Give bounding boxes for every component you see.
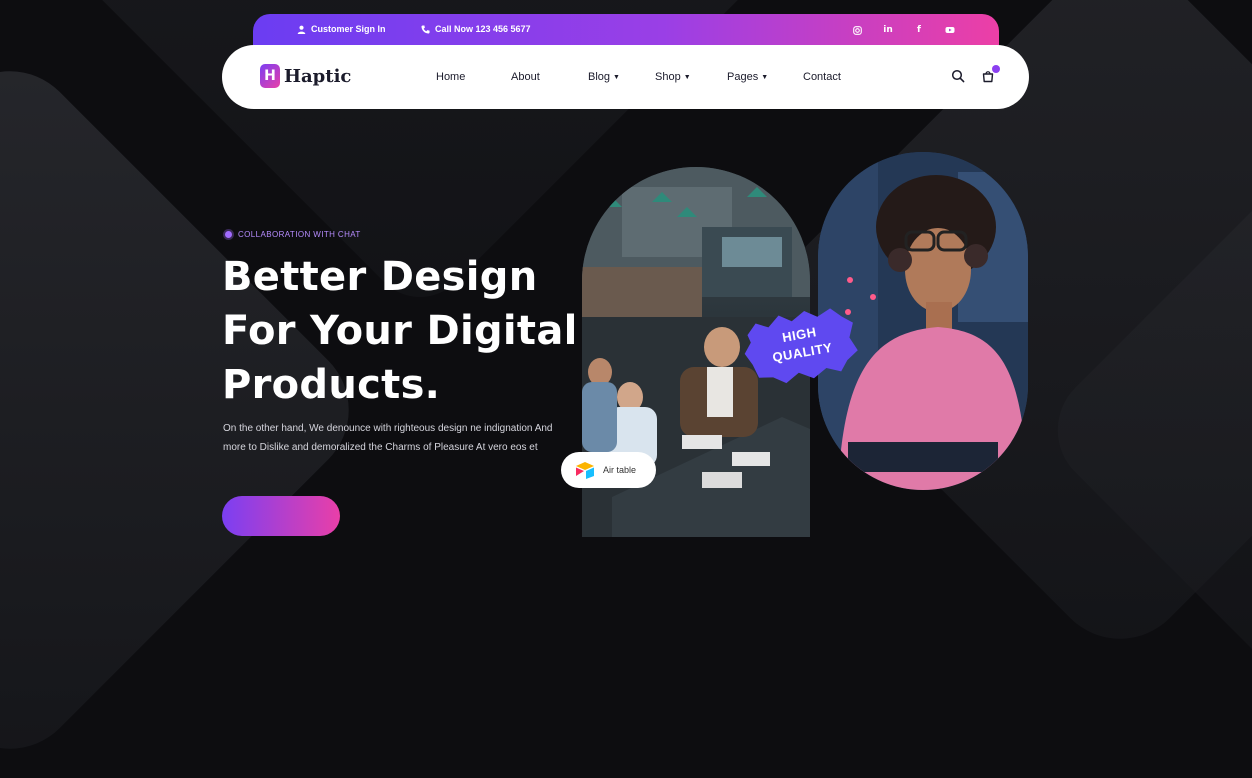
nav-item-label: Contact xyxy=(803,71,841,83)
airtable-logo-icon xyxy=(576,462,594,479)
youtube-icon[interactable] xyxy=(943,23,957,37)
search-icon[interactable] xyxy=(951,69,965,88)
phone-icon xyxy=(421,24,430,34)
logo-text: Haptic xyxy=(284,65,352,87)
nav-item-label: Shop xyxy=(655,71,681,83)
chevron-down-icon: ▼ xyxy=(683,73,691,81)
chevron-down-icon: ▼ xyxy=(613,73,620,81)
cart-icon[interactable] xyxy=(981,65,1000,88)
nav-item-pages[interactable]: Pages ▼ xyxy=(727,71,768,83)
nav-item-label: About xyxy=(511,71,540,83)
airtable-pill: Air table xyxy=(561,452,656,488)
social-links: in f xyxy=(850,23,957,37)
hero-cta-button[interactable] xyxy=(222,496,340,536)
tagline-dot-icon xyxy=(225,231,232,238)
customer-signin-label[interactable]: Customer Sign In xyxy=(311,24,386,34)
hero-description: On the other hand, We denounce with righ… xyxy=(223,423,553,453)
nav-item-contact[interactable]: Contact xyxy=(803,71,841,83)
cart-count-badge xyxy=(992,65,1000,73)
chevron-down-icon: ▼ xyxy=(761,73,769,81)
hero-title-line: Better Design xyxy=(222,254,538,300)
nav-item-about[interactable]: About xyxy=(511,71,540,83)
instagram-icon[interactable] xyxy=(850,23,864,37)
high-quality-badge: HIGH QUALITY xyxy=(742,306,860,384)
hero-tagline: COLLABORATION WITH CHAT xyxy=(225,230,361,239)
nav-item-home[interactable]: Home xyxy=(436,71,465,83)
hero-title-line: For Your Digital xyxy=(222,308,578,354)
airtable-label: Air table xyxy=(603,465,637,475)
hero-title: Better Design For Your Digital Products. xyxy=(222,250,602,412)
tagline-text: COLLABORATION WITH CHAT xyxy=(238,230,361,239)
nav-actions xyxy=(951,65,1000,88)
top-info-bar: Customer Sign In Call Now 123 456 5677 i… xyxy=(253,14,999,48)
hero-title-line: Products. xyxy=(222,362,441,408)
site-logo[interactable]: H Haptic xyxy=(260,64,351,88)
nav-item-label: Home xyxy=(436,71,466,83)
logo-mark-icon: H xyxy=(260,64,280,88)
main-navbar: H Haptic Home About Blog ▼ Shop ▼ Pages … xyxy=(222,45,1029,109)
nav-item-blog[interactable]: Blog ▼ xyxy=(588,71,620,83)
phone-label[interactable]: Call Now 123 456 5677 xyxy=(435,24,531,34)
customer-signin-link[interactable]: Customer Sign In xyxy=(297,24,386,34)
user-icon xyxy=(297,25,306,34)
nav-item-label: Blog xyxy=(588,71,611,83)
facebook-icon[interactable]: f xyxy=(912,23,926,37)
phone-link[interactable]: Call Now 123 456 5677 xyxy=(421,24,531,34)
nav-item-shop[interactable]: Shop ▼ xyxy=(655,71,691,83)
nav-item-label: Pages xyxy=(727,71,759,83)
linkedin-icon[interactable]: in xyxy=(881,23,895,37)
